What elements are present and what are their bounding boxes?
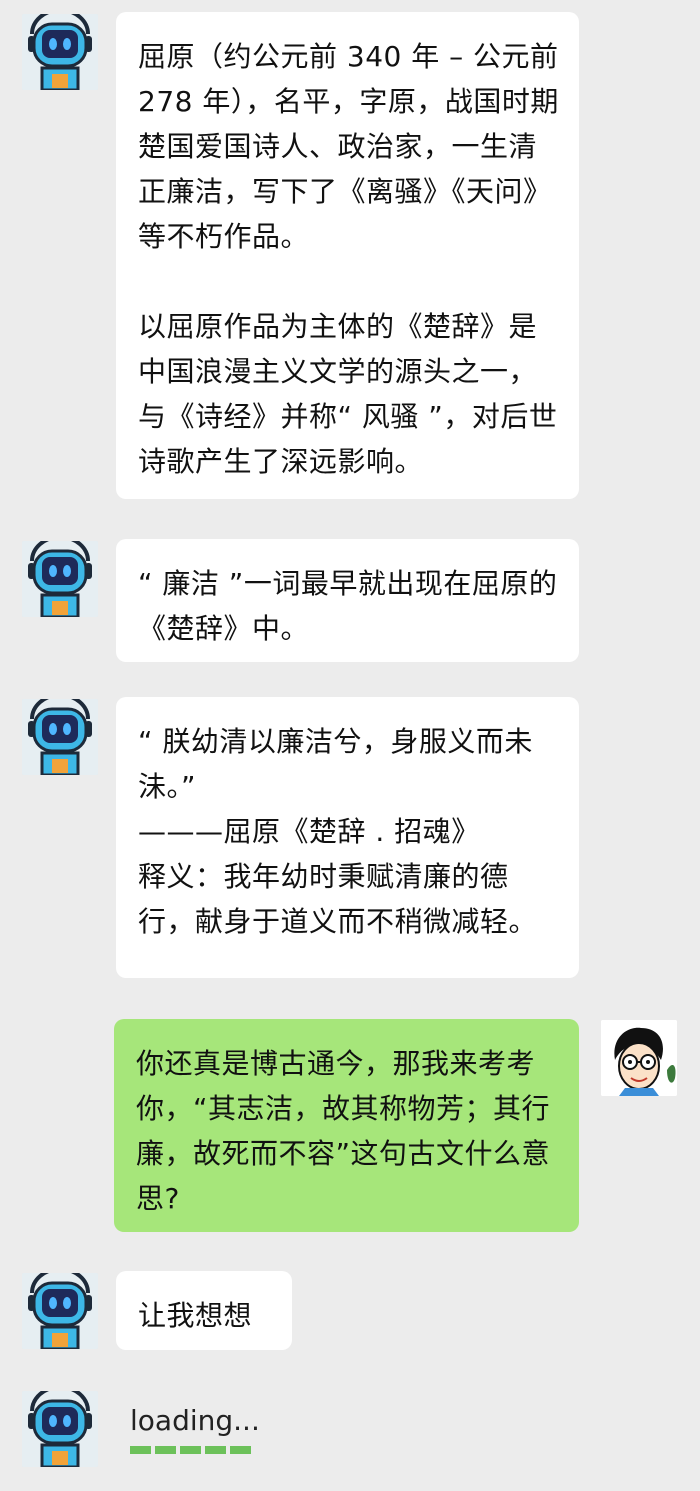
quote-explanation: 释义：我年幼时秉赋清廉的德行，献身于道义而不稍微减轻。 <box>138 860 538 938</box>
message-text: “ 廉洁 ”一词最早就出现在屈原的《楚辞》中。 <box>138 567 558 645</box>
loading-segment <box>205 1446 226 1454</box>
robot-avatar-icon[interactable] <box>22 699 98 775</box>
user-message-bubble: 你还真是博古通今，那我来考考你，“其志洁，故其称物芳；其行廉，故死而不容”这句古… <box>114 1019 579 1232</box>
bot-message-bubble: “ 廉洁 ”一词最早就出现在屈原的《楚辞》中。 <box>116 539 579 662</box>
bot-message-bubble: 屈原（约公元前 340 年 – 公元前 278 年），名平，字原，战国时期楚国爱… <box>116 12 579 499</box>
loading-segment <box>230 1446 251 1454</box>
message-text: 让我想想 <box>138 1299 253 1332</box>
message-text: 你还真是博古通今，那我来考考你，“其志洁，故其称物芳；其行廉，故死而不容”这句古… <box>136 1047 551 1215</box>
quote-source: ———屈原《楚辞 . 招魂》 <box>138 815 480 848</box>
loading-indicator <box>130 1446 251 1454</box>
loading-segment <box>155 1446 176 1454</box>
robot-avatar-icon[interactable] <box>22 14 98 90</box>
loading-text: loading... <box>130 1404 260 1437</box>
message-text: 屈原（约公元前 340 年 – 公元前 278 年），名平，字原，战国时期楚国爱… <box>138 40 559 253</box>
quote-text: “ 朕幼清以廉洁兮，身服义而未沬。” <box>138 725 533 803</box>
bot-message-bubble: “ 朕幼清以廉洁兮，身服义而未沬。” ———屈原《楚辞 . 招魂》 释义：我年幼… <box>116 697 579 978</box>
bot-message-bubble: 让我想想 <box>116 1271 292 1350</box>
robot-avatar-icon[interactable] <box>22 1273 98 1349</box>
user-avatar-icon[interactable] <box>601 1020 677 1096</box>
message-text: 以屈原作品为主体的《楚辞》是中国浪漫主义文学的源头之一，与《诗经》并称“ 风骚 … <box>138 310 558 478</box>
robot-avatar-icon[interactable] <box>22 541 98 617</box>
robot-avatar-icon[interactable] <box>22 1391 98 1467</box>
loading-segment <box>130 1446 151 1454</box>
loading-segment <box>180 1446 201 1454</box>
